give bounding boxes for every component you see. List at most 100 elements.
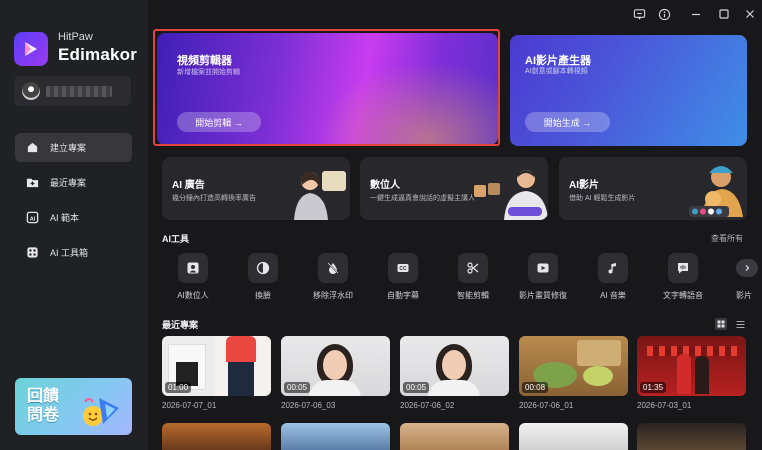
ai-template-icon: AI (25, 211, 39, 225)
card-title: AI 廣告 (172, 180, 205, 191)
sidebar-item-label: 建立專案 (50, 143, 87, 153)
project-thumbnail[interactable]: 01:00 (162, 336, 271, 396)
project-thumbnail[interactable]: 00:05 (281, 336, 390, 396)
tool-label: 智能剪輯 (457, 291, 489, 300)
sidebar: HitPaw Edimakor 建立專案 最近專案 AI AI 範本 AI 工具… (0, 0, 148, 450)
project-date: 2026-07-06_03 (281, 401, 336, 410)
duration-badge: 01:35 (640, 382, 667, 393)
ai-tools-heading: AI工具 (162, 234, 190, 244)
project-thumbnail[interactable]: 00:05 (400, 336, 509, 396)
toolbox-icon (25, 246, 39, 260)
project-thumbnail[interactable] (400, 423, 509, 450)
minimize-icon[interactable] (689, 7, 703, 21)
tool-label: 影片 (736, 291, 752, 300)
brand: HitPaw Edimakor (58, 31, 137, 65)
project-thumbnail[interactable]: 00:08 (519, 336, 628, 396)
tool-ai-avatar[interactable]: AI數位人 (162, 253, 224, 301)
chevron-right-icon (745, 265, 750, 271)
ai-video-generator-card[interactable]: AI影片產生器 AI創意或腳本轉視頻 開始生成 → (510, 35, 747, 146)
feedback-illustration-icon (83, 398, 119, 426)
tool-face-swap[interactable]: 換臉 (232, 253, 294, 301)
logo-icon (25, 42, 37, 56)
close-icon[interactable] (743, 7, 757, 21)
list-view-icon[interactable] (734, 318, 746, 330)
tool-auto-subtitles[interactable]: CC 自動字幕 (372, 253, 434, 301)
sidebar-item-label: AI 範本 (50, 213, 80, 223)
card-subtitle: 借助 AI 輕鬆生成影片 (569, 195, 636, 202)
tts-icon (678, 263, 688, 274)
card-title: 數位人 (370, 180, 400, 191)
tool-label: 換臉 (255, 291, 271, 300)
tool-watermark-remove[interactable]: 移除浮水印 (302, 253, 364, 301)
brand-name: Edimakor (58, 45, 138, 64)
duration-badge: 00:05 (403, 382, 430, 393)
tool-label: 文字轉語音 (663, 291, 703, 300)
promo-line-2: 問卷 (27, 407, 60, 424)
info-icon[interactable] (657, 7, 671, 21)
home-icon (25, 141, 39, 155)
sidebar-item-label: 最近專案 (50, 178, 87, 188)
promo-text: 回饋 問卷 (27, 387, 59, 425)
sidebar-item-ai-templates[interactable]: AI AI 範本 (15, 203, 132, 232)
brand-small: HitPaw (58, 31, 93, 43)
project-date: 2026-07-07_01 (162, 401, 217, 410)
project-date: 2026-07-03_01 (637, 401, 692, 410)
tool-label: AI 音樂 (600, 291, 626, 300)
recent-projects-heading: 最近專案 (162, 320, 199, 330)
ai-ads-card[interactable]: AI 廣告 幾分鐘內打造高轉換率廣告 (162, 157, 350, 220)
chat-icon[interactable] (632, 7, 646, 21)
edimakor-logo (14, 32, 48, 66)
sidebar-item-ai-toolbox[interactable]: AI 工具箱 (15, 238, 132, 267)
user-account[interactable] (14, 76, 131, 106)
project-thumbnail[interactable] (162, 423, 271, 450)
project-thumbnail[interactable] (519, 423, 628, 450)
start-generating-button[interactable]: 開始生成 → (525, 112, 610, 132)
username-redacted (46, 86, 112, 97)
tool-video-enhance[interactable]: 影片畫質修復 (512, 253, 574, 301)
tool-label: 移除浮水印 (313, 291, 353, 300)
ai-video-illustration-icon (689, 166, 743, 217)
sidebar-item-label: AI 工具箱 (50, 248, 89, 258)
tool-text-to-speech[interactable]: 文字轉語音 (652, 253, 714, 301)
digital-human-card[interactable]: 數位人 一鍵生成逼真會說話的虛擬主講人 (360, 157, 548, 220)
selection-highlight (153, 29, 500, 146)
duration-badge: 00:08 (522, 382, 549, 393)
sidebar-item-create-project[interactable]: 建立專案 (15, 133, 132, 162)
tool-ai-music[interactable]: AI 音樂 (582, 253, 644, 301)
smart-cut-icon (467, 262, 479, 274)
maximize-icon[interactable] (717, 7, 731, 21)
card-subtitle: 幾分鐘內打造高轉換率廣告 (172, 195, 256, 202)
avatar (22, 82, 40, 100)
feedback-survey-banner[interactable]: 回饋 問卷 (15, 378, 132, 435)
tool-smart-cut[interactable]: 智能剪輯 (442, 253, 504, 301)
project-thumbnail[interactable] (281, 423, 390, 450)
ai-video-card[interactable]: AI影片 借助 AI 輕鬆生成影片 (559, 157, 747, 220)
enhance-icon (537, 263, 549, 273)
hero-subtitle: AI創意或腳本轉視頻 (525, 68, 588, 75)
ai-ads-illustration-icon (294, 171, 346, 220)
cc-icon: CC (397, 264, 409, 272)
tool-label: AI數位人 (177, 291, 209, 300)
svg-text:CC: CC (399, 266, 407, 272)
tool-label: 影片畫質修復 (519, 291, 567, 300)
project-thumbnail[interactable] (637, 423, 746, 450)
face-swap-icon (256, 261, 270, 275)
project-date: 2026-07-06_02 (400, 401, 455, 410)
duration-badge: 00:05 (284, 382, 311, 393)
grid-view-icon[interactable] (715, 318, 727, 330)
project-thumbnail[interactable]: 01:35 (637, 336, 746, 396)
promo-line-1: 回饋 (27, 388, 60, 405)
music-icon (608, 263, 616, 274)
sidebar-item-recent-projects[interactable]: 最近專案 (15, 168, 132, 197)
card-title: AI影片 (569, 180, 599, 191)
view-all-link[interactable]: 查看所有 (711, 233, 743, 244)
duration-badge: 01:00 (165, 382, 192, 393)
tool-label: 自動字幕 (387, 291, 419, 300)
avatar-icon (187, 262, 199, 274)
next-tools-button[interactable] (736, 259, 758, 277)
watermark-remove-icon (327, 262, 339, 274)
project-date: 2026-07-06_01 (519, 401, 574, 410)
digital-human-illustration-icon (474, 170, 548, 220)
folder-icon (25, 176, 39, 190)
card-subtitle: 一鍵生成逼真會說話的虛擬主講人 (370, 195, 475, 202)
